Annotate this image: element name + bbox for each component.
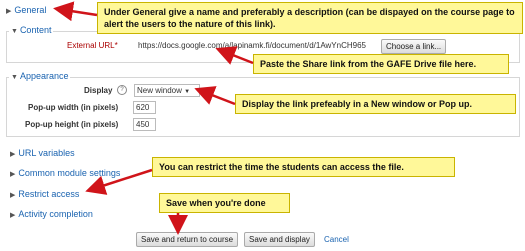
arrow-to-general	[53, 1, 98, 22]
annotation-arrows	[53, 1, 254, 235]
arrow-to-restrict-access	[85, 168, 153, 195]
arrow-to-external-url	[215, 46, 254, 65]
arrow-to-display	[194, 86, 236, 106]
